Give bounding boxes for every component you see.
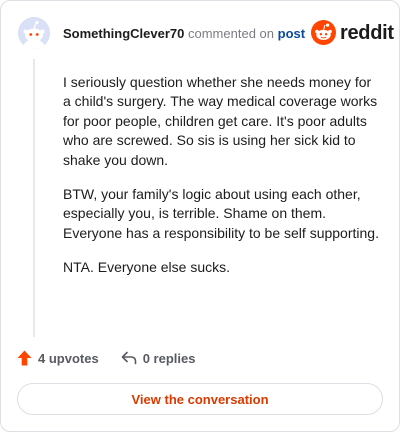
- comment-paragraph: BTW, your family's logic about using eac…: [63, 186, 379, 241]
- thread-line: [33, 59, 35, 337]
- view-conversation-button[interactable]: View the conversation: [17, 383, 383, 415]
- snoo-avatar-icon: [18, 17, 50, 49]
- reddit-wordmark: reddit: [340, 21, 394, 44]
- commented-text: commented on: [188, 26, 274, 41]
- reply-icon: [121, 351, 136, 365]
- comment-paragraph: NTA. Everyone else sucks.: [63, 259, 231, 276]
- username-link[interactable]: SomethingClever70: [63, 26, 184, 41]
- arrow-up-icon: [17, 350, 32, 366]
- post-link[interactable]: post: [278, 26, 305, 41]
- comment-card: SomethingClever70 commented on post redd…: [0, 0, 400, 432]
- comment-body: I seriously question whether she needs m…: [63, 73, 381, 293]
- upvote-count: 4 upvotes: [38, 350, 99, 366]
- reddit-logo[interactable]: reddit: [311, 20, 394, 45]
- upvote-button[interactable]: 4 upvotes: [17, 350, 99, 366]
- comment-actions: 4 upvotes 0 replies: [17, 350, 217, 366]
- reddit-snoo-icon: [311, 20, 336, 45]
- comment-paragraph: I seriously question whether she needs m…: [63, 74, 378, 168]
- reply-button[interactable]: 0 replies: [121, 350, 196, 366]
- avatar[interactable]: [18, 17, 50, 49]
- comment-header: SomethingClever70 commented on post: [63, 26, 305, 42]
- reply-count: 0 replies: [142, 350, 196, 366]
